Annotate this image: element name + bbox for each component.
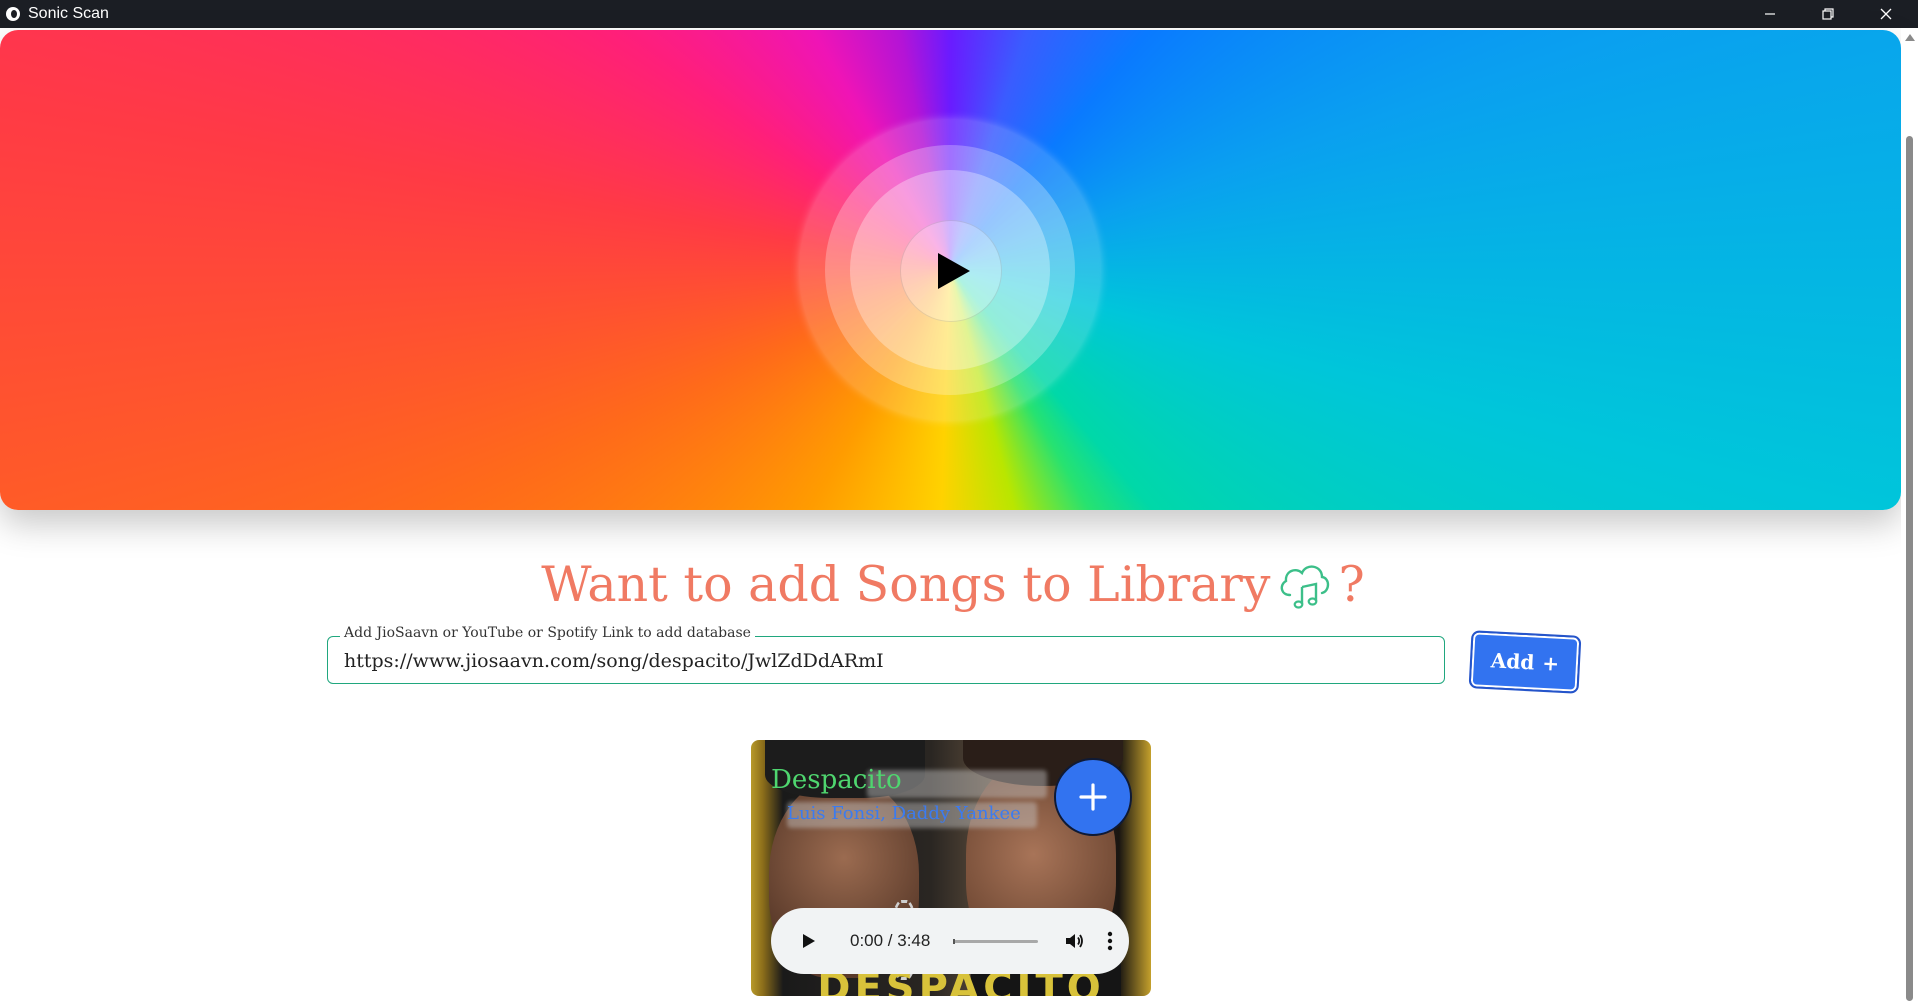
- audio-seek-bar[interactable]: [953, 939, 1038, 944]
- add-to-library-button[interactable]: [1054, 758, 1132, 836]
- close-button[interactable]: [1857, 0, 1915, 28]
- heading-text: Want to add Songs to Library: [541, 555, 1271, 613]
- restore-button[interactable]: [1799, 0, 1857, 28]
- song-artist: Luis Fonsi, Daddy Yankee: [787, 803, 1021, 824]
- minimize-icon: [1765, 13, 1775, 15]
- song-card: DESPACITO Despacito Luis Fonsi, Daddy Ya…: [751, 740, 1151, 996]
- restore-icon: [1822, 8, 1834, 20]
- song-link-field-label: Add JioSaavn or YouTube or Spotify Link …: [340, 625, 755, 641]
- audio-player: 0:00 / 3:48: [771, 908, 1129, 974]
- play-icon: [938, 253, 970, 289]
- app-logo-icon: [6, 7, 20, 21]
- window-titlebar: Sonic Scan: [0, 0, 1918, 28]
- window-title: Sonic Scan: [28, 5, 109, 22]
- listen-play-button[interactable]: [900, 220, 1002, 322]
- volume-icon[interactable]: [1063, 930, 1085, 952]
- add-button-label: Add: [1490, 648, 1535, 675]
- hero-banner: [0, 30, 1901, 510]
- add-song-button[interactable]: Add +: [1468, 630, 1582, 694]
- plus-icon: [1079, 783, 1107, 811]
- audio-play-icon[interactable]: [797, 930, 819, 952]
- minimize-button[interactable]: [1741, 0, 1799, 28]
- song-link-input[interactable]: [342, 645, 1426, 677]
- scrollbar-thumb[interactable]: [1906, 136, 1913, 1001]
- add-button-plus-icon: +: [1541, 650, 1560, 676]
- add-songs-heading: Want to add Songs to Library ?: [541, 548, 1365, 620]
- more-options-icon[interactable]: [1106, 930, 1114, 952]
- song-title: Despacito: [771, 765, 902, 795]
- close-icon: [1880, 8, 1892, 20]
- vertical-scrollbar[interactable]: [1901, 28, 1918, 1007]
- song-link-field[interactable]: [327, 636, 1445, 684]
- audio-time: 0:00 / 3:48: [850, 931, 931, 950]
- cloud-music-icon: [1276, 557, 1332, 611]
- heading-question-mark: ?: [1338, 555, 1365, 613]
- scroll-up-arrow-icon[interactable]: [1905, 34, 1915, 41]
